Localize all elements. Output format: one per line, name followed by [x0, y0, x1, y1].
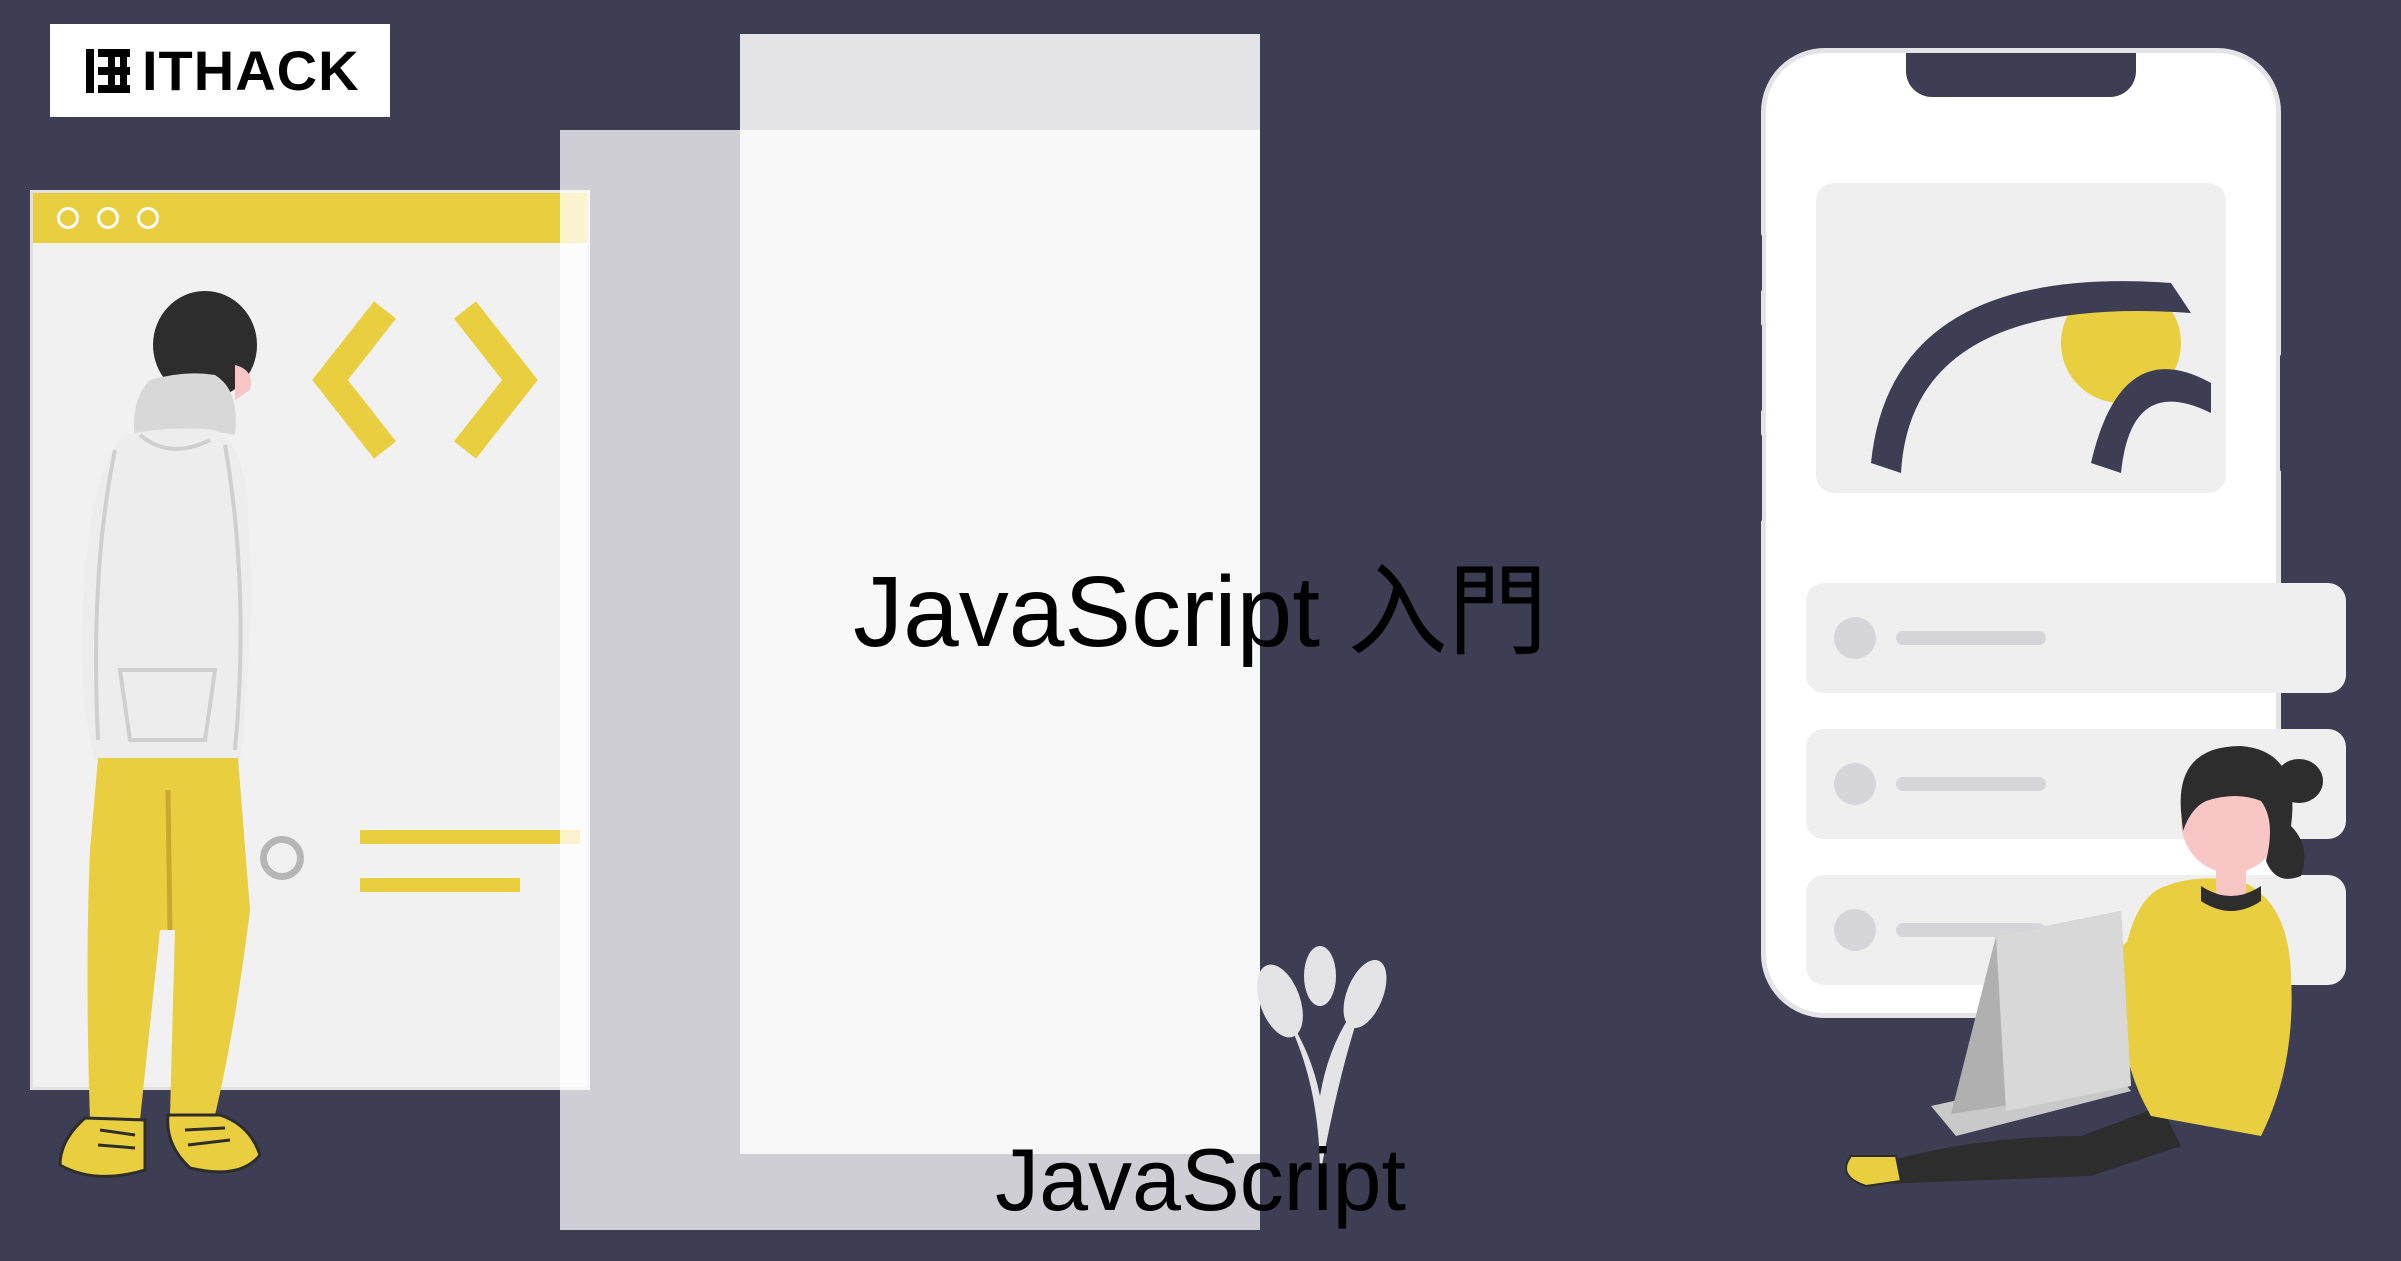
phone-hero-image [1816, 183, 2226, 493]
phone-button [1754, 323, 1762, 413]
person-sitting-illustration [1821, 636, 2381, 1201]
phone-button [2280, 353, 2288, 473]
code-brackets-icon [310, 290, 540, 475]
phone-button [1754, 233, 1762, 293]
text-line-decoration [360, 878, 520, 892]
text-line-decoration [360, 830, 580, 844]
banner-canvas: ITHACK JavaScript 入門 JavaScript [0, 0, 2401, 1261]
logo-icon [80, 43, 136, 99]
phone-button [1754, 433, 1762, 523]
person-standing-illustration [40, 290, 320, 1195]
card-stack-front [560, 130, 1260, 1230]
traffic-light-icon [57, 207, 79, 229]
traffic-light-icon [97, 207, 119, 229]
main-title: JavaScript 入門 [853, 530, 1548, 675]
subtitle: JavaScript [995, 1129, 1406, 1231]
browser-titlebar [33, 193, 587, 243]
traffic-light-icon [137, 207, 159, 229]
logo-badge: ITHACK [50, 24, 390, 117]
logo-text: ITHACK [142, 38, 360, 103]
phone-notch [1906, 53, 2136, 97]
